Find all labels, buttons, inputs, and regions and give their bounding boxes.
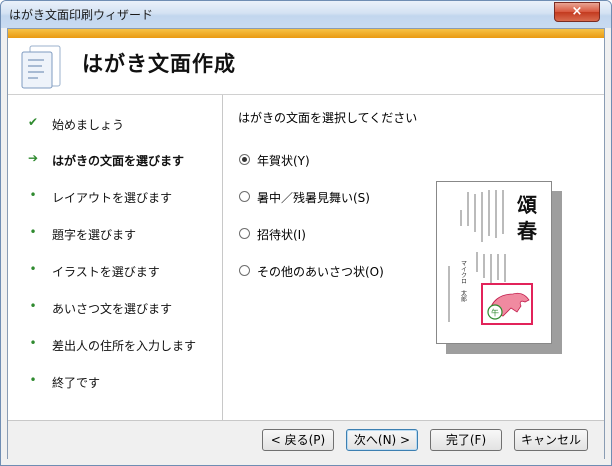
step-label: レイアウトを選びます [52, 191, 173, 205]
step-item-title: • 題字を選びます [8, 225, 222, 245]
arrow-right-icon: ➔ [27, 151, 39, 165]
preview-sender-name: マイクロ 太郎 [460, 260, 467, 303]
bullet-icon: • [29, 262, 37, 276]
radio-unchecked-icon[interactable] [239, 191, 250, 202]
radio-label[interactable]: その他のあいさつ状(O) [257, 263, 384, 280]
finish-button[interactable]: 完了(F) [430, 429, 502, 451]
bullet-icon: • [29, 225, 37, 239]
step-item-greeting: • あいさつ文を選びます [8, 299, 222, 319]
step-item-layout: • レイアウトを選びます [8, 188, 222, 208]
step-label: 差出人の住所を入力します [52, 339, 197, 353]
window-title: はがき文面印刷ウィザード [9, 8, 154, 22]
radio-label[interactable]: 招待状(I) [257, 226, 306, 243]
instruction-text: はがきの文面を選択してください [238, 111, 418, 125]
step-label: イラストを選びます [52, 265, 160, 279]
step-label: 終了です [52, 376, 101, 390]
check-icon: ✔ [27, 115, 39, 129]
step-label: あいさつ文を選びます [52, 302, 173, 316]
step-item-illustration: • イラストを選びます [8, 262, 222, 282]
page-title: はがき文面作成 [82, 52, 236, 76]
accent-bar [8, 29, 604, 38]
bullet-icon: • [29, 373, 37, 387]
radio-checked-icon[interactable] [239, 154, 250, 165]
radio-label[interactable]: 暑中／残暑見舞い(S) [257, 189, 370, 206]
step-item-sender: • 差出人の住所を入力します [8, 336, 222, 356]
preview-title-glyph: 春 [516, 219, 538, 243]
preview-zodiac-glyph: 午 [491, 308, 499, 318]
cancel-button[interactable]: キャンセル [514, 429, 588, 451]
radio-label[interactable]: 年賀状(Y) [257, 152, 310, 169]
step-label: 始めましょう [52, 118, 125, 132]
wizard-frame: はがき文面作成 ✔ 始めましょう ➔ はがきの文面を選びます • レイアウトを選… [7, 28, 605, 459]
step-list: ✔ 始めましょう ➔ はがきの文面を選びます • レイアウトを選びます • 題字… [8, 95, 223, 420]
step-label: 題字を選びます [52, 228, 137, 242]
postcard-preview: 頌 春 マイクロ 太郎 午 [436, 181, 552, 344]
back-button[interactable]: < 戻る(P) [262, 429, 334, 451]
next-button[interactable]: 次へ(N) > [346, 429, 418, 451]
close-icon: × [571, 4, 583, 19]
step-item-select-face: ➔ はがきの文面を選びます [8, 151, 222, 171]
preview-title-glyph: 頌 [516, 193, 537, 217]
button-bar: < 戻る(P) 次へ(N) > 完了(F) キャンセル [8, 420, 604, 459]
postcard-icon [21, 45, 61, 89]
step-label: はがきの文面を選びます [52, 154, 185, 168]
radio-unchecked-icon[interactable] [239, 265, 250, 276]
bullet-icon: • [29, 336, 37, 350]
postcard-preview-art: 頌 春 マイクロ 太郎 午 [448, 190, 538, 325]
wizard-header: はがき文面作成 [8, 38, 604, 95]
bullet-icon: • [29, 299, 37, 313]
close-button[interactable]: × [554, 2, 600, 22]
bullet-icon: • [29, 188, 37, 202]
radio-unchecked-icon[interactable] [239, 228, 250, 239]
step-item-start: ✔ 始めましょう [8, 115, 222, 135]
title-bar[interactable]: はがき文面印刷ウィザード × [1, 1, 611, 28]
step-item-finish: • 終了です [8, 373, 222, 393]
wizard-window: はがき文面印刷ウィザード × はがき文面作成 ✔ 始めましょう ➔ はがきの文面… [0, 0, 612, 466]
content-panel: はがきの文面を選択してください 年賀状(Y) 暑中／残暑見舞い(S) 招待状(I… [223, 95, 604, 420]
